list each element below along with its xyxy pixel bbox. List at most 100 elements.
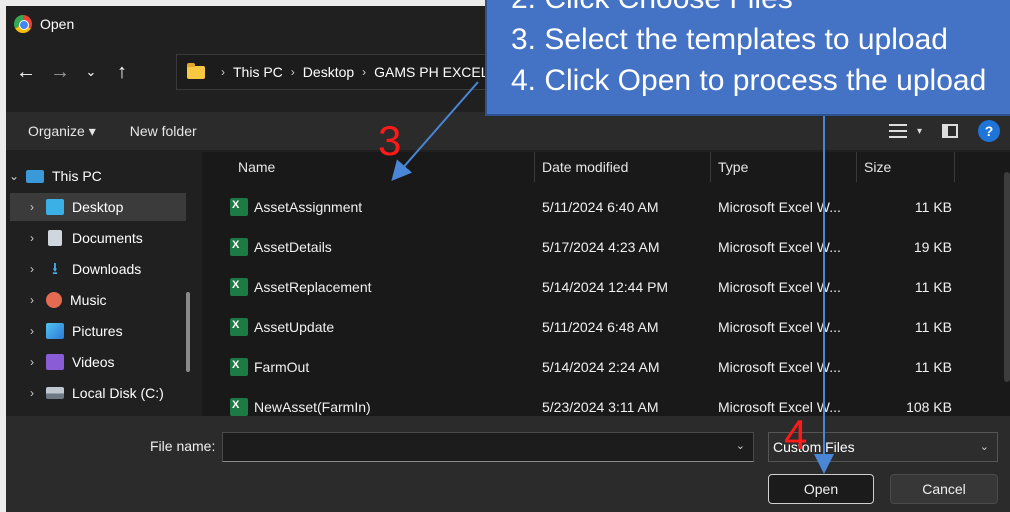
breadcrumb-separator-icon: › bbox=[362, 65, 367, 79]
open-button[interactable]: Open bbox=[768, 474, 874, 504]
collapsed-chevron-icon[interactable]: › bbox=[24, 293, 40, 307]
view-chevron-icon[interactable]: ▾ bbox=[917, 126, 922, 137]
view-options-icon[interactable] bbox=[888, 124, 907, 138]
breadcrumb-current-folder[interactable]: GAMS PH EXCEL bbox=[374, 64, 488, 80]
chevron-down-icon[interactable]: ⌄ bbox=[980, 440, 989, 453]
file-name: AssetAssignment bbox=[254, 199, 363, 215]
videos-icon bbox=[46, 354, 64, 370]
file-size: 11 KB bbox=[914, 279, 952, 295]
file-row[interactable]: FarmOut 5/14/2024 2:24 AM Microsoft Exce… bbox=[202, 348, 1010, 386]
breadcrumb-this-pc[interactable]: This PC bbox=[233, 64, 283, 80]
collapsed-chevron-icon[interactable]: › bbox=[24, 200, 40, 214]
file-date: 5/14/2024 12:44 PM bbox=[542, 279, 669, 295]
toolbar-right: ▾ ? bbox=[888, 120, 1000, 142]
file-size: 11 KB bbox=[914, 359, 952, 375]
instruction-callout: 2. Click Choose Files 3. Select the temp… bbox=[485, 0, 1010, 116]
chrome-icon bbox=[14, 15, 32, 33]
excel-file-icon bbox=[230, 358, 248, 376]
excel-file-icon bbox=[230, 318, 248, 336]
instruction-step-2: 2. Click Choose Files bbox=[511, 0, 1010, 19]
breadcrumb-separator-icon: › bbox=[221, 65, 225, 79]
sidebar-scrollbar[interactable] bbox=[186, 292, 190, 372]
file-name-input[interactable]: ⌄ bbox=[222, 432, 754, 462]
breadcrumb-desktop[interactable]: Desktop bbox=[303, 64, 354, 80]
column-header-type[interactable]: Type bbox=[718, 152, 748, 182]
sidebar-item-local-disk[interactable]: › Local Disk (C:) bbox=[10, 379, 186, 407]
file-name-cell: FarmOut bbox=[230, 348, 309, 386]
excel-file-icon bbox=[230, 398, 248, 416]
excel-file-icon bbox=[230, 198, 248, 216]
file-date: 5/14/2024 2:24 AM bbox=[542, 359, 660, 375]
address-bar[interactable]: › This PC › Desktop › GAMS PH EXCEL bbox=[176, 54, 506, 90]
column-header-date[interactable]: Date modified bbox=[542, 152, 628, 182]
file-type: Microsoft Excel W... bbox=[718, 239, 841, 255]
file-name: AssetUpdate bbox=[254, 319, 335, 335]
music-icon bbox=[46, 292, 62, 308]
file-size: 11 KB bbox=[914, 199, 952, 215]
instruction-step-3: 3. Select the templates to upload bbox=[511, 23, 948, 56]
sidebar-item-documents[interactable]: › Documents bbox=[10, 224, 186, 252]
collapsed-chevron-icon[interactable]: › bbox=[24, 231, 40, 245]
chevron-down-icon[interactable]: ⌄ bbox=[736, 439, 745, 452]
column-divider[interactable] bbox=[954, 152, 955, 182]
column-header-size[interactable]: Size bbox=[864, 152, 891, 182]
new-folder-button[interactable]: New folder bbox=[130, 123, 197, 139]
back-arrow-icon[interactable]: ← bbox=[12, 61, 40, 84]
up-arrow-icon[interactable]: ↑ bbox=[108, 61, 136, 84]
file-list: Name Date modified Type Size AssetAssign… bbox=[202, 152, 1010, 416]
file-name-cell: AssetDetails bbox=[230, 228, 332, 266]
sidebar-item-label: Pictures bbox=[72, 323, 123, 339]
column-header-name[interactable]: Name bbox=[238, 152, 275, 182]
column-divider[interactable] bbox=[534, 152, 535, 182]
file-name: AssetDetails bbox=[254, 239, 332, 255]
column-divider[interactable] bbox=[856, 152, 857, 182]
download-icon: ⭳ bbox=[52, 259, 58, 278]
instruction-step-4: 4. Click Open to process the upload bbox=[511, 64, 987, 97]
sidebar-item-downloads[interactable]: › ⭳ Downloads bbox=[10, 255, 186, 283]
file-type: Microsoft Excel W... bbox=[718, 359, 841, 375]
file-name-cell: AssetReplacement bbox=[230, 268, 372, 306]
pictures-icon bbox=[46, 323, 64, 339]
collapsed-chevron-icon[interactable]: › bbox=[24, 324, 40, 338]
sidebar-item-desktop[interactable]: › Desktop bbox=[10, 193, 186, 221]
excel-file-icon bbox=[230, 238, 248, 256]
recent-locations-chevron-icon[interactable]: ⌄ bbox=[80, 64, 102, 80]
file-name: FarmOut bbox=[254, 359, 310, 375]
help-icon[interactable]: ? bbox=[978, 120, 1000, 142]
step-4-marker: 4 bbox=[784, 411, 808, 458]
sidebar-item-label: Documents bbox=[72, 230, 143, 246]
collapsed-chevron-icon[interactable]: › bbox=[24, 386, 40, 400]
breadcrumb-separator-icon: › bbox=[290, 65, 295, 79]
desktop-icon bbox=[46, 199, 64, 215]
dialog-footer: File name: ⌄ Custom Files ⌄ Open Cancel bbox=[6, 416, 1010, 512]
preview-pane-icon[interactable] bbox=[942, 124, 958, 138]
file-row[interactable]: AssetUpdate 5/11/2024 6:48 AM Microsoft … bbox=[202, 308, 1010, 346]
file-size: 11 KB bbox=[914, 319, 952, 335]
file-date: 5/11/2024 6:40 AM bbox=[542, 199, 659, 215]
sidebar-item-label: This PC bbox=[52, 168, 102, 184]
file-type: Microsoft Excel W... bbox=[718, 319, 841, 335]
cancel-button[interactable]: Cancel bbox=[890, 474, 998, 504]
folder-icon bbox=[187, 62, 205, 79]
file-row[interactable]: AssetAssignment 5/11/2024 6:40 AM Micros… bbox=[202, 188, 1010, 226]
file-date: 5/11/2024 6:48 AM bbox=[542, 319, 659, 335]
step-3-marker: 3 bbox=[378, 117, 402, 164]
forward-arrow-icon[interactable]: → bbox=[46, 61, 74, 84]
file-row[interactable]: AssetReplacement 5/14/2024 12:44 PM Micr… bbox=[202, 268, 1010, 306]
organize-button[interactable]: Organize ▾ bbox=[28, 123, 96, 140]
column-divider[interactable] bbox=[710, 152, 711, 182]
collapsed-chevron-icon[interactable]: › bbox=[24, 355, 40, 369]
sidebar-item-pictures[interactable]: › Pictures bbox=[10, 317, 186, 345]
documents-icon bbox=[48, 230, 62, 246]
command-toolbar: Organize ▾ New folder ▾ ? bbox=[6, 112, 1010, 150]
file-name-cell: AssetUpdate bbox=[230, 308, 334, 346]
sidebar-item-videos[interactable]: › Videos bbox=[10, 348, 186, 376]
collapsed-chevron-icon[interactable]: › bbox=[24, 262, 40, 276]
window-title: Open bbox=[40, 16, 75, 32]
file-date: 5/17/2024 4:23 AM bbox=[542, 239, 660, 255]
sidebar-item-this-pc[interactable]: ⌄ This PC bbox=[6, 162, 182, 190]
sidebar-item-music[interactable]: › Music bbox=[10, 286, 186, 314]
file-list-scrollbar[interactable] bbox=[1004, 172, 1010, 382]
expanded-chevron-icon[interactable]: ⌄ bbox=[6, 169, 22, 183]
file-row[interactable]: AssetDetails 5/17/2024 4:23 AM Microsoft… bbox=[202, 228, 1010, 266]
